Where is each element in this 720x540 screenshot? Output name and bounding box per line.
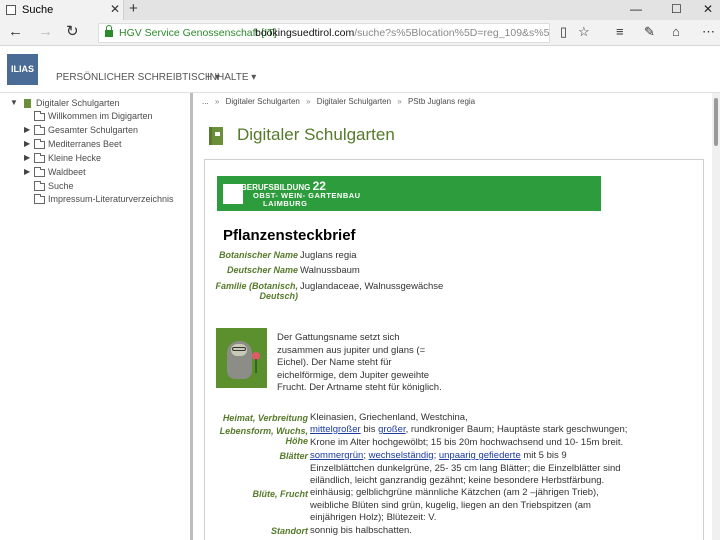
banner-logo-block <box>223 184 243 204</box>
homeland-value: Kleinasien, Griechenland, Westchina, <box>310 412 468 423</box>
forward-icon[interactable]: → <box>38 24 53 40</box>
browser-tab[interactable]: Suche ✕ <box>0 0 124 20</box>
hub-icon[interactable]: ≡ <box>616 25 624 39</box>
german-name-label: Deutscher Name <box>226 265 298 275</box>
family-value: Juglandaceae, Walnussgewächse <box>300 281 444 292</box>
folder-icon <box>34 125 45 135</box>
german-name-value: Walnussbaum <box>300 265 360 276</box>
favorite-star-icon[interactable]: ☆ <box>578 25 590 39</box>
more-icon[interactable]: ⋯ <box>702 25 715 39</box>
site-label: Standort <box>271 526 308 536</box>
ilias-header: ILIAS PERSÖNLICHER SCHREIBTISCH ▾ INHALT… <box>0 47 720 93</box>
tree-item-label: Suche <box>48 181 74 191</box>
browser-navbar: ← → ↻ HGV Service Genossenschaft [IT] bo… <box>0 20 720 46</box>
page-header: Digitaler Schulgarten <box>196 111 710 158</box>
folder-icon <box>34 194 45 204</box>
breadcrumb-item[interactable]: Digitaler Schulgarten <box>317 97 391 106</box>
expand-arrow-icon[interactable]: ▶ <box>24 125 30 134</box>
refresh-icon[interactable]: ↻ <box>66 24 79 40</box>
maximize-icon[interactable]: ☐ <box>671 2 682 16</box>
tab-title: Suche <box>22 4 54 16</box>
address-bar[interactable]: HGV Service Genossenschaft [IT] bookings… <box>98 23 550 43</box>
url-host: bookingsuedtirol.com <box>255 27 355 39</box>
breadcrumb-item-current[interactable]: PStb Juglans regia <box>408 97 475 106</box>
folder-icon <box>34 139 45 149</box>
reading-view-icon[interactable]: ▯ <box>560 25 567 39</box>
page-title: Digitaler Schulgarten <box>237 125 395 144</box>
homeland-label: Heimat, Verbreitung <box>222 413 308 423</box>
leaves-value: sommergrün; wechselständig; unpaarig gef… <box>310 450 621 486</box>
learning-module-icon <box>24 99 31 108</box>
folder-icon <box>34 111 45 121</box>
life-form-label: Lebensform, Wuchs, Höhe <box>219 426 308 446</box>
new-tab-icon[interactable]: + <box>129 0 138 17</box>
close-tab-icon[interactable]: ✕ <box>110 2 120 16</box>
site-identity: HGV Service Genossenschaft [IT] <box>119 27 277 39</box>
url-text: bookingsuedtirol.com/suche?s%5Blocation%… <box>255 27 550 39</box>
folder-icon <box>34 181 45 191</box>
tree-item-label: Gesamter Schulgarten <box>48 125 139 135</box>
url-path: /suche?s%5Blocation%5D=reg_109&s%5Blocat… <box>354 27 550 39</box>
laimburg-banner-image: BERUFSBILDUNG 22 OBST- WEIN- GARTENBAU L… <box>217 176 601 211</box>
breadcrumb-ellipsis[interactable]: ... <box>202 97 209 106</box>
learning-module-icon <box>209 127 223 145</box>
page-favicon-icon <box>6 5 16 15</box>
leaves-label: Blätter <box>279 451 308 461</box>
flower-fruit-value: einhäusig; gelblichgrüne männliche Kätzc… <box>310 487 599 523</box>
back-icon[interactable]: ← <box>8 24 23 40</box>
breadcrumb-separator: » <box>306 97 311 106</box>
page-scrollbar-thumb[interactable] <box>714 98 718 146</box>
life-form-value: mittelgroßer bis großer, rundkroniger Ba… <box>310 424 628 448</box>
breadcrumb: ... » Digitaler Schulgarten » Digitaler … <box>202 97 479 106</box>
menu-personal-desktop[interactable]: PERSÖNLICHER SCHREIBTISCH ▾ <box>56 72 220 83</box>
share-icon[interactable]: ⌂ <box>672 25 680 39</box>
mole-illustration <box>216 328 267 388</box>
link-wechselstaendig[interactable]: wechselständig <box>369 450 434 461</box>
botanical-name-value: Juglans regia <box>300 250 357 261</box>
tree-item-label: Willkommen im Digigarten <box>48 111 153 121</box>
link-mittelgrosser[interactable]: mittelgroßer <box>310 424 361 435</box>
navigation-tree: ▼ Digitaler Schulgarten Willkommen im Di… <box>0 93 193 540</box>
family-label: Familie (Botanisch, Deutsch) <box>215 281 298 301</box>
tree-item-label: Kleine Hecke <box>48 153 102 163</box>
link-unpaarig-gefiederte[interactable]: unpaarig gefiederte <box>439 450 521 461</box>
breadcrumb-item[interactable]: Digitaler Schulgarten <box>226 97 300 106</box>
ilias-logo[interactable]: ILIAS <box>7 54 38 85</box>
collapse-arrow-icon[interactable]: ▼ <box>10 98 18 107</box>
breadcrumb-separator: » <box>397 97 402 106</box>
tree-item-label: Digitaler Schulgarten <box>36 98 120 108</box>
tree-item-label: Waldbeet <box>48 167 86 177</box>
web-note-icon[interactable]: ✎ <box>644 25 655 39</box>
menu-contents[interactable]: INHALTE ▾ <box>207 72 256 83</box>
main-content: ... » Digitaler Schulgarten » Digitaler … <box>196 93 710 540</box>
minimize-icon[interactable]: — <box>630 2 642 16</box>
browser-tabstrip: Suche ✕ + — ☐ ✕ <box>0 0 720 20</box>
expand-arrow-icon[interactable]: ▶ <box>24 139 30 148</box>
intro-text: Der Gattungsname setzt sich zusammen aus… <box>277 332 442 393</box>
folder-icon <box>34 167 45 177</box>
flower-fruit-label: Blüte, Frucht <box>252 489 309 499</box>
botanical-name-label: Botanischer Name <box>218 250 298 260</box>
tree-item-label: Mediterranes Beet <box>48 139 122 149</box>
page-scrollbar[interactable] <box>712 93 720 540</box>
banner-line-3: LAIMBURG <box>263 199 308 208</box>
link-grosser[interactable]: großer <box>378 424 405 435</box>
window-close-icon[interactable]: ✕ <box>703 2 713 16</box>
lock-icon <box>105 25 113 37</box>
site-value: sonnig bis halbschatten. <box>310 525 412 536</box>
link-sommergruen[interactable]: sommergrün <box>310 450 363 461</box>
folder-icon <box>34 153 45 163</box>
document-title: Pflanzensteckbrief <box>223 227 356 244</box>
expand-arrow-icon[interactable]: ▶ <box>24 167 30 176</box>
breadcrumb-separator: » <box>214 97 220 106</box>
tree-item-label: Impressum-Literaturverzeichnis <box>48 194 174 204</box>
expand-arrow-icon[interactable]: ▶ <box>24 153 30 162</box>
